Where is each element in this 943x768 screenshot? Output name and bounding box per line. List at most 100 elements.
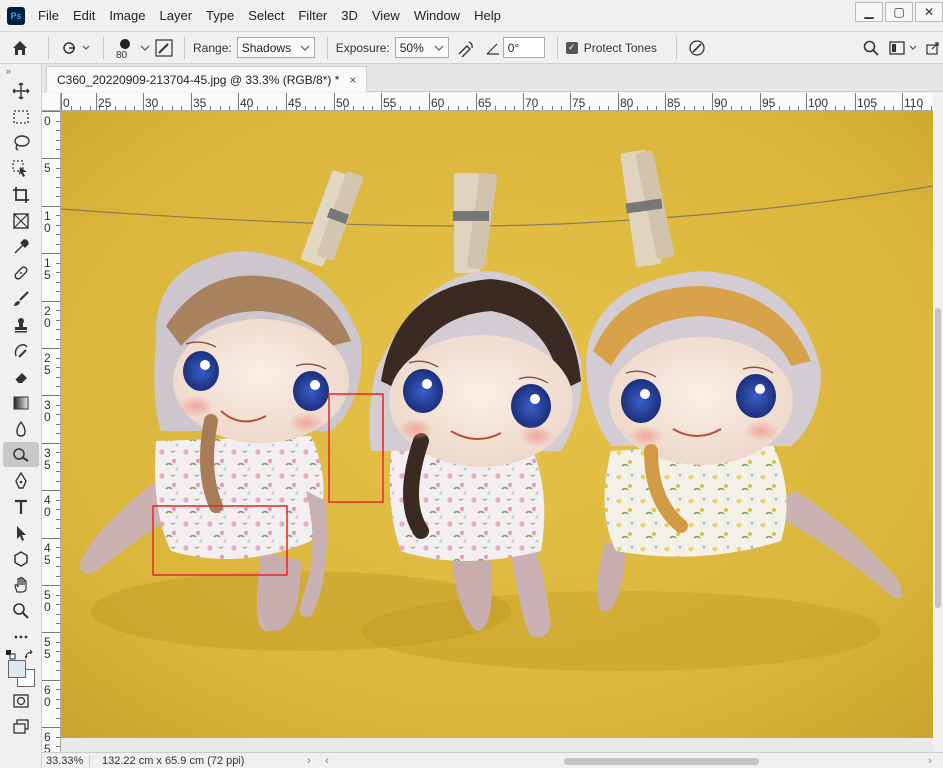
share-icon[interactable] bbox=[923, 36, 943, 60]
ruler-top-minor-tick bbox=[815, 106, 817, 110]
search-icon[interactable] bbox=[857, 36, 885, 60]
zoom-tool-icon[interactable] bbox=[3, 598, 39, 623]
ruler-top-tick bbox=[334, 93, 335, 110]
horizontal-ruler[interactable]: 0 25 30 35 40 45 50 55 60 65 70 75 80 85 90 95 100 105 110 bbox=[61, 93, 933, 111]
zoom-level[interactable]: 33.33% bbox=[42, 754, 90, 767]
swap-colors-icon[interactable] bbox=[25, 650, 35, 660]
close-tab-icon[interactable]: × bbox=[349, 73, 356, 87]
menu-type[interactable]: Type bbox=[199, 0, 241, 31]
history-brush-tool-icon[interactable] bbox=[3, 338, 39, 363]
more-tools-icon[interactable] bbox=[3, 624, 39, 649]
ruler-left-minor-tick bbox=[56, 556, 60, 558]
color-swatches bbox=[3, 650, 39, 688]
scroll-left-arrow[interactable]: ‹ bbox=[318, 755, 336, 767]
menu-layer[interactable]: Layer bbox=[153, 0, 200, 31]
ruler-top-minor-tick bbox=[80, 106, 81, 110]
close-button[interactable]: ✕ bbox=[915, 2, 943, 22]
menu-image[interactable]: Image bbox=[102, 0, 152, 31]
ruler-top-minor-tick bbox=[314, 106, 316, 110]
hand-tool-icon[interactable] bbox=[3, 572, 39, 597]
ruler-top-minor-tick bbox=[162, 106, 163, 110]
ruler-left-tick bbox=[42, 348, 60, 349]
path-select-tool-icon[interactable] bbox=[3, 520, 39, 545]
marquee-tool-icon[interactable] bbox=[3, 104, 39, 129]
ruler-top-minor-tick bbox=[257, 106, 258, 110]
minimize-button[interactable]: ▁ bbox=[855, 2, 883, 22]
ruler-top-minor-tick bbox=[646, 106, 648, 110]
document-image[interactable] bbox=[61, 111, 933, 738]
menu-3d[interactable]: 3D bbox=[334, 0, 365, 31]
brush-tool-icon[interactable] bbox=[3, 286, 39, 311]
menu-help[interactable]: Help bbox=[467, 0, 508, 31]
ruler-top-minor-tick bbox=[324, 106, 325, 110]
menu-select[interactable]: Select bbox=[241, 0, 291, 31]
document-tab[interactable]: C360_20220909-213704-45.jpg @ 33.3% (RGB… bbox=[46, 66, 368, 92]
exposure-input[interactable]: 50% bbox=[394, 37, 449, 58]
healing-brush-tool-icon[interactable] bbox=[3, 260, 39, 285]
ruler-top-label: 0 bbox=[63, 96, 70, 110]
vertical-ruler[interactable]: 0 5 10 15 20 25 30 35 40 45 50 55 60 65 bbox=[42, 111, 61, 752]
menu-file[interactable]: File bbox=[31, 0, 66, 31]
angle-icon bbox=[483, 36, 503, 60]
type-tool-icon[interactable] bbox=[3, 494, 39, 519]
foreground-color-swatch[interactable] bbox=[8, 660, 26, 678]
ruler-top-minor-tick bbox=[532, 106, 534, 110]
home-icon[interactable] bbox=[0, 36, 40, 60]
menu-filter[interactable]: Filter bbox=[291, 0, 334, 31]
crop-tool-icon[interactable] bbox=[3, 182, 39, 207]
ruler-top-minor-tick bbox=[171, 106, 173, 110]
tool-preset-picker[interactable] bbox=[57, 36, 95, 60]
ruler-left-minor-tick bbox=[56, 623, 60, 624]
ruler-left-minor-tick bbox=[56, 338, 60, 340]
brush-settings-icon[interactable] bbox=[152, 36, 176, 60]
ruler-top-minor-tick bbox=[561, 106, 562, 110]
quick-mask-icon[interactable] bbox=[3, 688, 39, 713]
ruler-left-label: 5 bbox=[44, 161, 51, 176]
frame-tool-icon[interactable] bbox=[3, 208, 39, 233]
brush-preset-picker[interactable]: 80 bbox=[112, 36, 152, 61]
panel-grip-icon[interactable]: » bbox=[0, 64, 41, 78]
shape-tool-icon[interactable] bbox=[3, 546, 39, 571]
move-tool-icon[interactable] bbox=[3, 78, 39, 103]
range-select[interactable]: Shadows bbox=[236, 37, 315, 58]
menu-window[interactable]: Window bbox=[407, 0, 467, 31]
eraser-tool-icon[interactable] bbox=[3, 364, 39, 389]
lasso-tool-icon[interactable] bbox=[3, 130, 39, 155]
ruler-top-minor-tick bbox=[921, 106, 922, 110]
menu-view[interactable]: View bbox=[365, 0, 407, 31]
ruler-origin[interactable] bbox=[42, 93, 61, 111]
ruler-top-minor-tick bbox=[684, 106, 685, 110]
screen-mode-icon[interactable] bbox=[3, 714, 39, 739]
horizontal-scroll-thumb[interactable] bbox=[564, 757, 759, 765]
menu-edit[interactable]: Edit bbox=[66, 0, 102, 31]
brush-angle-input[interactable]: 0° bbox=[502, 37, 545, 58]
gradient-tool-icon[interactable] bbox=[3, 390, 39, 415]
canvas-area[interactable] bbox=[61, 111, 933, 752]
scroll-right-arrow[interactable]: › bbox=[921, 755, 939, 767]
clone-stamp-tool-icon[interactable] bbox=[3, 312, 39, 337]
maximize-button[interactable]: ▢ bbox=[885, 2, 913, 22]
ruler-left-minor-tick bbox=[56, 518, 60, 520]
ruler-top-tick bbox=[760, 93, 761, 110]
burn-tool-icon[interactable] bbox=[3, 442, 39, 467]
airbrush-icon[interactable] bbox=[449, 36, 483, 60]
pressure-size-icon[interactable] bbox=[685, 36, 709, 60]
ruler-top-minor-tick bbox=[798, 106, 799, 110]
status-menu-arrow[interactable]: › bbox=[300, 755, 318, 767]
workspace-switcher[interactable] bbox=[885, 36, 923, 60]
protect-tones-checkbox[interactable]: ✓ bbox=[565, 41, 578, 54]
ruler-left-minor-tick bbox=[56, 386, 60, 387]
default-colors-icon[interactable] bbox=[6, 650, 16, 660]
vertical-scroll-thumb[interactable] bbox=[935, 308, 941, 608]
eyedropper-tool-icon[interactable] bbox=[3, 234, 39, 259]
ruler-top-minor-tick bbox=[769, 106, 771, 110]
blur-tool-icon[interactable] bbox=[3, 416, 39, 441]
object-select-tool-icon[interactable] bbox=[3, 156, 39, 181]
ruler-left-minor-tick bbox=[56, 177, 60, 179]
ruler-top-minor-tick bbox=[152, 106, 154, 110]
ruler-left-minor-tick bbox=[56, 717, 60, 719]
vertical-scrollbar[interactable] bbox=[933, 93, 943, 752]
pen-tool-icon[interactable] bbox=[3, 468, 39, 493]
horizontal-scrollbar[interactable] bbox=[336, 756, 921, 766]
ruler-top-tick bbox=[855, 93, 856, 110]
